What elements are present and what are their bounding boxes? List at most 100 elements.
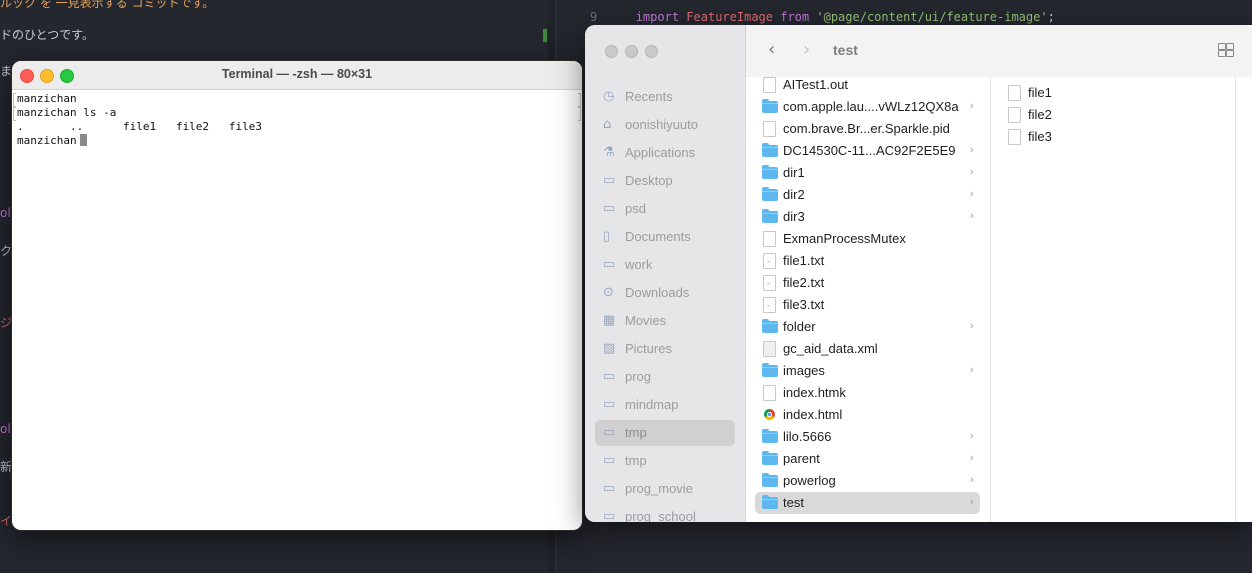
folder-icon: ▭ xyxy=(603,509,616,522)
sidebar-item-mindmap[interactable]: ▭ mindmap xyxy=(595,392,735,418)
file-row[interactable]: file3 xyxy=(1000,126,1225,148)
folder-icon: ▭ xyxy=(603,201,616,216)
sidebar-item-label: work xyxy=(625,257,653,272)
photo-icon: ▨ xyxy=(603,341,616,356)
file-row[interactable]: index.html xyxy=(755,404,980,426)
chevron-right-icon: › xyxy=(969,209,974,222)
file-row[interactable]: index.htmk xyxy=(755,382,980,404)
file-icon xyxy=(763,77,776,93)
folder-row[interactable]: com.apple.lau....vWLz12QX8a › xyxy=(755,96,980,118)
back-chevron-icon[interactable]: ‹ xyxy=(768,39,775,60)
chevron-right-icon: › xyxy=(969,363,974,376)
file-row[interactable]: file2.txt xyxy=(755,272,980,294)
item-name: file1 xyxy=(1028,85,1052,100)
item-name: gc_aid_data.xml xyxy=(783,341,878,356)
terminal-output[interactable]: manzichan manzichan ls -a . .. file1 fil… xyxy=(12,90,582,150)
folder-row[interactable]: images › xyxy=(755,360,980,382)
sidebar-item-desktop[interactable]: ▭ Desktop xyxy=(595,168,735,194)
zoom-window-button[interactable] xyxy=(645,45,658,58)
terminal-title: Terminal — -zsh — 80×31 xyxy=(221,67,373,81)
minimize-window-button[interactable] xyxy=(625,45,638,58)
sidebar-item-work[interactable]: ▭ work xyxy=(595,252,735,278)
file-row[interactable]: com.brave.Br...er.Sparkle.pid xyxy=(755,118,980,140)
sidebar-item-documents[interactable]: ▯ Documents xyxy=(595,224,735,250)
file-row[interactable]: ExmanProcessMutex xyxy=(755,228,980,250)
mark-bracket xyxy=(13,93,16,107)
item-name: com.apple.lau....vWLz12QX8a xyxy=(783,99,959,114)
folder-row[interactable]: folder › xyxy=(755,316,980,338)
terminal-prompt: manzichan xyxy=(17,134,77,147)
text-file-icon xyxy=(763,253,776,269)
file-row[interactable]: file2 xyxy=(1000,104,1225,126)
item-name: file2.txt xyxy=(783,275,825,290)
folder-row[interactable]: test › xyxy=(755,492,980,514)
chevron-right-icon: › xyxy=(969,143,974,156)
finder-column-tmp[interactable]: AITest1.out com.apple.lau....vWLz12QX8a › c… xyxy=(746,77,991,522)
sidebar-item-label: Desktop xyxy=(625,173,673,188)
sidebar-item-psd[interactable]: ▭ psd xyxy=(595,196,735,222)
sidebar-item-label: tmp xyxy=(625,425,647,440)
finder-window[interactable]: ◷ Recents ⌂ oonishiyuuto ⚗ Applications ▭ Deskt… xyxy=(585,25,1252,522)
git-change-marker xyxy=(543,29,547,42)
item-name: ExmanProcessMutex xyxy=(783,231,906,246)
file-row[interactable]: file3.txt xyxy=(755,294,980,316)
folder-row[interactable]: dir3 › xyxy=(755,206,980,228)
sidebar-item-label: oonishiyuuto xyxy=(625,117,698,132)
sidebar-item-applications[interactable]: ⚗ Applications xyxy=(595,140,735,166)
folder-icon xyxy=(762,319,778,333)
item-name: lilo.5666 xyxy=(783,429,832,444)
finder-toolbar: ‹ › test xyxy=(746,25,1252,78)
grid-view-icon[interactable] xyxy=(1218,43,1234,57)
finder-column-test[interactable]: file1 file2 file3 xyxy=(991,77,1236,522)
folder-row[interactable]: lilo.5666 › xyxy=(755,426,980,448)
folder-row[interactable]: powerlog › xyxy=(755,470,980,492)
sidebar-item-prog[interactable]: ▭ prog xyxy=(595,364,735,390)
file-row[interactable]: file1 xyxy=(1000,82,1225,104)
file-row[interactable]: gc_aid_data.xml xyxy=(755,338,980,360)
text-file-icon xyxy=(763,275,776,291)
folder-row[interactable]: DC14530C-11...AC92F2E5E9 › xyxy=(755,140,980,162)
folder-icon: ▭ xyxy=(603,257,616,272)
sidebar-item-label: prog_school xyxy=(625,509,696,522)
sidebar-item-downloads[interactable]: ⊙ Downloads xyxy=(595,280,735,306)
sidebar-item-prog-movie[interactable]: ▭ prog_movie xyxy=(595,476,735,502)
finder-column-empty[interactable] xyxy=(1236,77,1252,522)
sidebar-item-tmp[interactable]: ▭ tmp xyxy=(595,448,735,474)
terminal-line: manzichan xyxy=(17,92,77,105)
chevron-right-icon: › xyxy=(969,473,974,486)
sidebar-item-label: mindmap xyxy=(625,397,679,412)
sidebar-item-movies[interactable]: ▦ Movies xyxy=(595,308,735,334)
sidebar-item-oonishiyuuto[interactable]: ⌂ oonishiyuuto xyxy=(595,112,735,138)
terminal-titlebar[interactable]: Terminal — -zsh — 80×31 xyxy=(12,61,582,90)
item-name: file1.txt xyxy=(783,253,825,268)
folder-icon xyxy=(762,209,778,223)
file-row[interactable]: AITest1.out xyxy=(755,74,980,96)
file-row[interactable]: file1.txt xyxy=(755,250,980,272)
chrome-document-icon xyxy=(764,409,775,420)
sidebar-item-label: Applications xyxy=(625,145,696,160)
terminal-prompt-line[interactable]: manzichan xyxy=(17,134,577,148)
folder-row[interactable]: parent › xyxy=(755,448,980,470)
item-name: dir3 xyxy=(783,209,805,224)
item-name: file2 xyxy=(1028,107,1052,122)
chevron-right-icon: › xyxy=(969,429,974,442)
sidebar-item-prog-school[interactable]: ▭ prog_school xyxy=(595,504,735,522)
sidebar-item-tmp[interactable]: ▭ tmp xyxy=(595,420,735,446)
item-name: index.html xyxy=(783,407,843,422)
text-cursor xyxy=(79,134,87,146)
item-name: powerlog xyxy=(783,473,836,488)
sidebar-item-label: Pictures xyxy=(625,341,672,356)
sidebar-item-label: Downloads xyxy=(625,285,690,300)
close-window-button[interactable] xyxy=(605,45,618,58)
folder-icon: ▭ xyxy=(603,369,616,384)
code-string: '@page/content/ui/feature-image' xyxy=(816,10,1048,24)
folder-row[interactable]: dir1 › xyxy=(755,162,980,184)
film-icon: ▦ xyxy=(603,313,616,328)
forward-chevron-icon[interactable]: › xyxy=(803,39,810,60)
sidebar-item-pictures[interactable]: ▨ Pictures xyxy=(595,336,735,362)
sidebar-item-recents[interactable]: ◷ Recents xyxy=(595,84,735,110)
sidebar-item-label: psd xyxy=(625,201,646,216)
folder-row[interactable]: dir2 › xyxy=(755,184,980,206)
terminal-window[interactable]: Terminal — -zsh — 80×31 manzichan manzic… xyxy=(11,60,583,531)
editor-text-line: ルック を 一見表示する コミットです。 xyxy=(0,0,215,10)
